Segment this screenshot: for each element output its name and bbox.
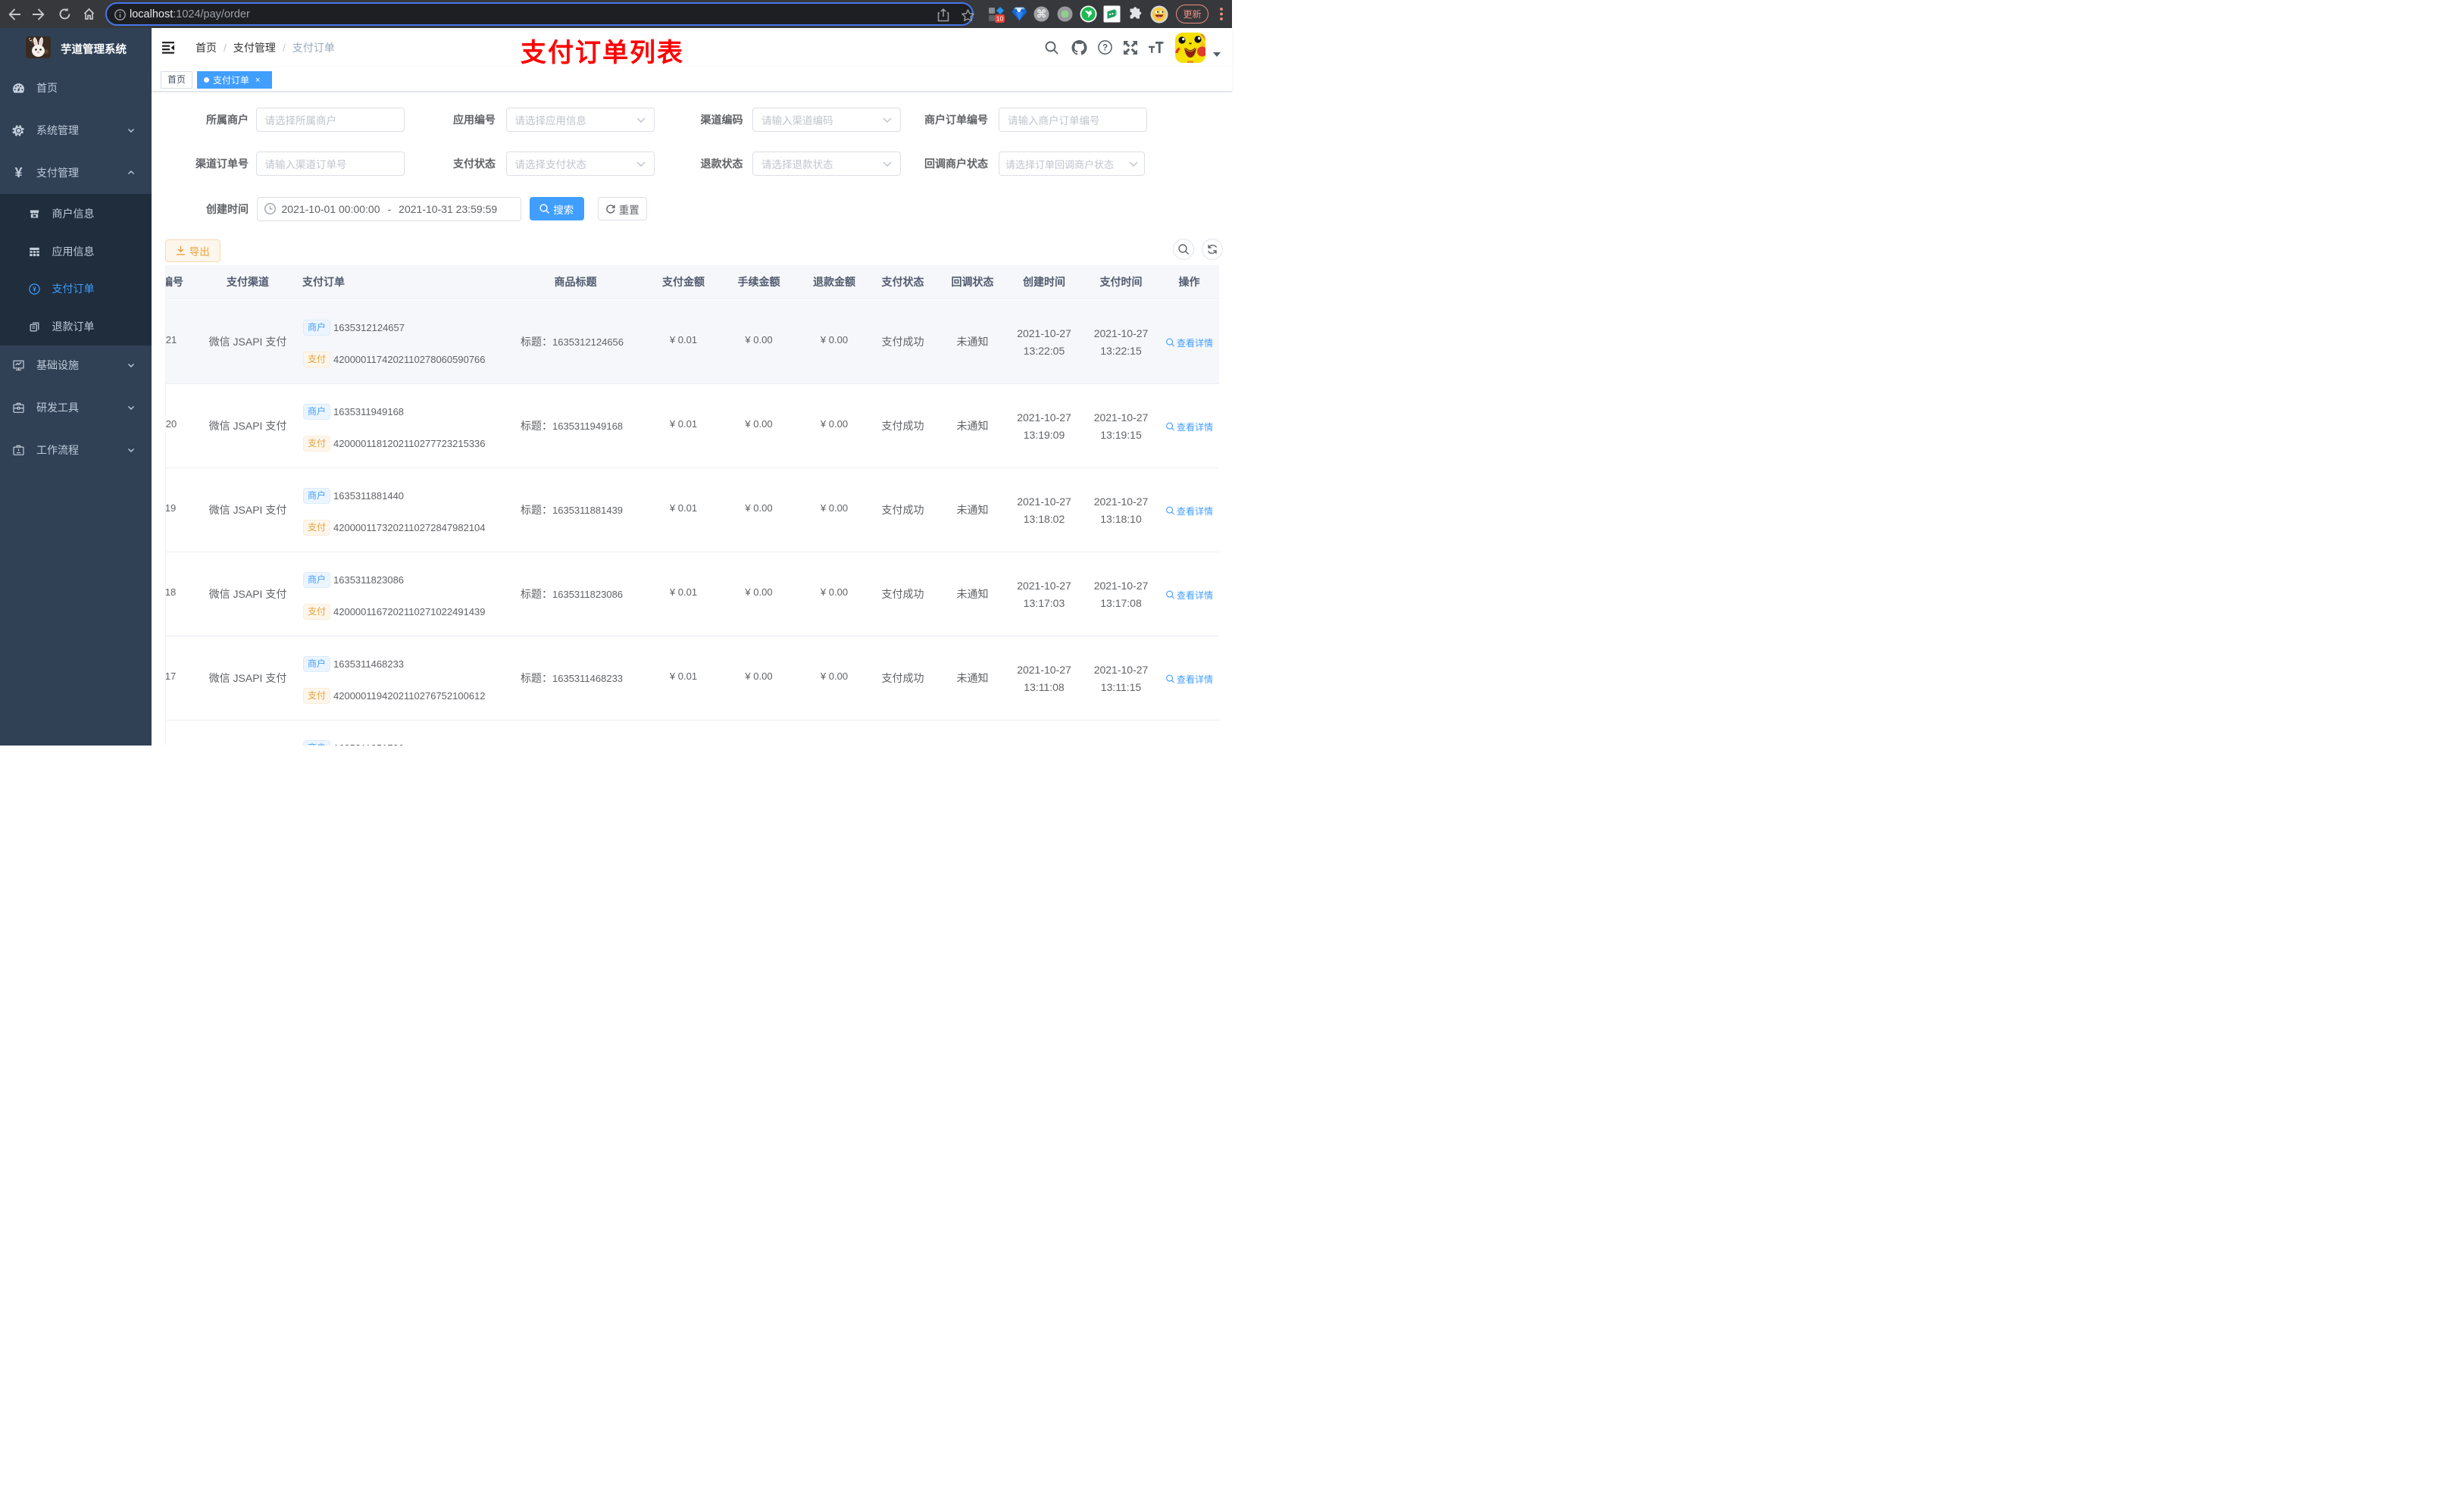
svg-text:?: ? (1102, 44, 1107, 53)
svg-text:¥: ¥ (33, 286, 36, 292)
svg-text:10: 10 (996, 14, 1003, 22)
svg-text:⌘: ⌘ (1037, 8, 1047, 20)
